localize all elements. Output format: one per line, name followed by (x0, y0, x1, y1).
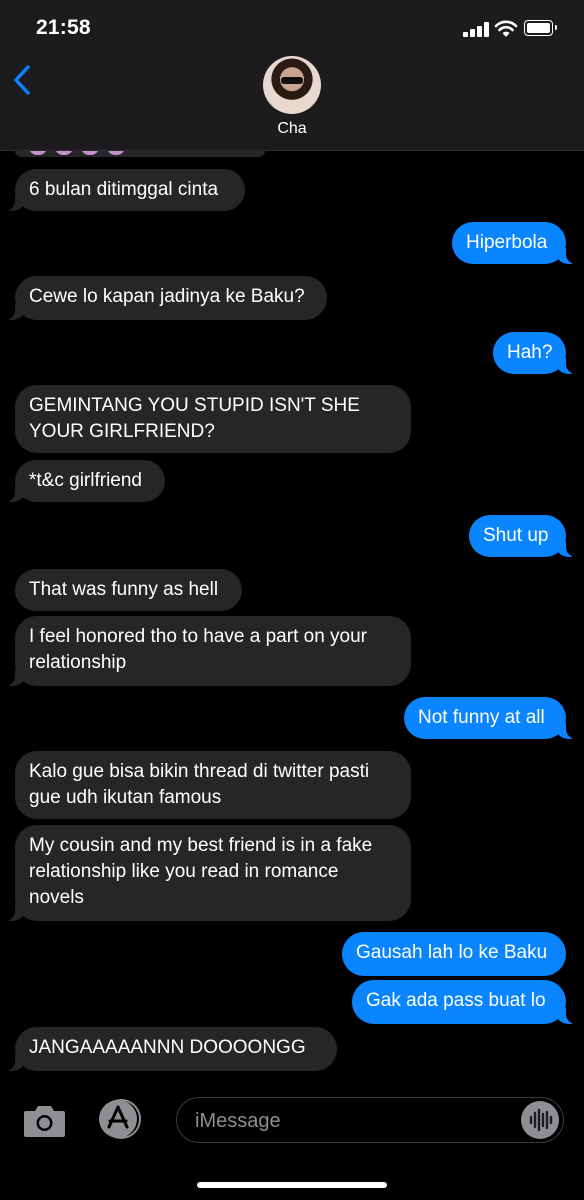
status-time: 21:58 (36, 16, 91, 39)
incoming-message[interactable]: That was funny as hell (15, 569, 242, 611)
chevron-left-icon[interactable] (10, 62, 36, 98)
waveform-icon[interactable] (521, 1101, 559, 1139)
message-input-field[interactable] (176, 1097, 564, 1143)
battery-icon (524, 20, 557, 36)
contact-name[interactable]: Cha (0, 120, 584, 138)
incoming-message[interactable]: *t&c girlfriend (0, 460, 165, 502)
home-indicator (197, 1182, 387, 1188)
outgoing-message[interactable]: Shut up (469, 515, 582, 557)
incoming-message[interactable]: JANGAAAAANNN DOOOONGG (0, 1027, 337, 1071)
incoming-message[interactable]: GEMINTANG YOU STUPID ISN'T SHE YOUR GIRL… (15, 385, 411, 453)
incoming-message[interactable]: I feel honored tho to have a part on you… (0, 616, 411, 686)
incoming-message[interactable]: Cewe lo kapan jadinya ke Baku? (0, 276, 327, 320)
message-text: Hah? (507, 342, 553, 363)
message-text: *t&c girlfriend (29, 470, 142, 491)
outgoing-message[interactable]: Gausah lah lo ke Baku (342, 932, 566, 976)
contact-avatar[interactable] (263, 56, 321, 114)
message-text: Shut up (483, 525, 549, 546)
message-text: JANGAAAAANNN DOOOONGG (29, 1037, 306, 1058)
camera-icon[interactable] (22, 1101, 67, 1139)
incoming-message[interactable]: 6 bulan ditimggal cinta (0, 169, 245, 211)
status-bar: 21:58 (0, 0, 584, 60)
partial-message-bubble (15, 151, 265, 157)
message-text: Hiperbola (466, 232, 548, 253)
message-text: 6 bulan ditimggal cinta (29, 179, 219, 200)
message-text: Gak ada pass buat lo (366, 990, 546, 1011)
message-text: Cewe lo kapan jadinya ke Baku? (29, 286, 305, 307)
cellular-signal-icon (463, 22, 489, 37)
outgoing-message[interactable]: Hiperbola (452, 222, 582, 264)
message-text: I feel honored tho to have a part on you… (29, 626, 368, 673)
message-text: Kalo gue bisa bikin thread di twitter pa… (29, 761, 370, 808)
app-store-icon[interactable] (96, 1099, 146, 1139)
outgoing-message[interactable]: Gak ada pass buat lo (352, 980, 582, 1024)
message-text: That was funny as hell (29, 579, 219, 600)
conversation-header: Cha (0, 56, 584, 151)
message-text: GEMINTANG YOU STUPID ISN'T SHE YOUR GIRL… (29, 395, 360, 442)
outgoing-message[interactable]: Not funny at all (404, 697, 582, 739)
message-text: My cousin and my best friend is in a fak… (29, 835, 373, 908)
incoming-message[interactable]: Kalo gue bisa bikin thread di twitter pa… (15, 751, 411, 819)
incoming-message[interactable]: My cousin and my best friend is in a fak… (0, 825, 411, 921)
message-list[interactable]: 6 bulan ditimggal cinta Hiperbola Cewe l… (0, 151, 584, 1083)
message-input[interactable] (193, 1106, 517, 1136)
outgoing-message[interactable]: Hah? (493, 332, 582, 374)
wifi-icon (494, 20, 518, 37)
message-text: Gausah lah lo ke Baku (356, 942, 548, 963)
message-text: Not funny at all (418, 707, 545, 728)
